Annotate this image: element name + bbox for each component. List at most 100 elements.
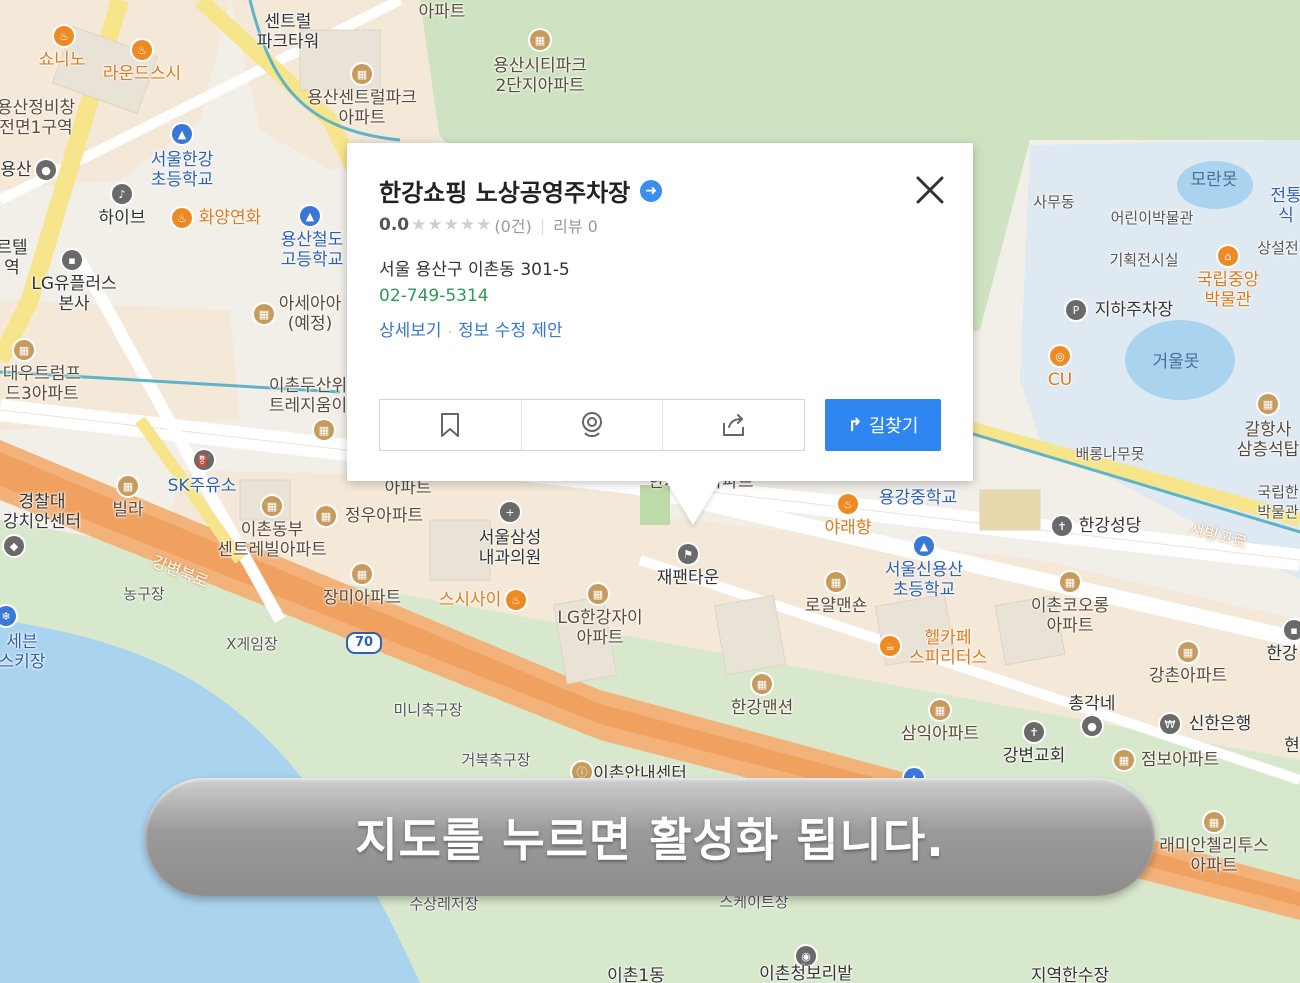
map-label[interactable]: 이촌코오롱 아파트 [1031, 596, 1109, 636]
map-label[interactable]: 모란못 [1191, 170, 1238, 190]
restaurant-pin-icon[interactable]: ♨ [506, 590, 526, 610]
map-label[interactable]: 미니축구장 [393, 700, 462, 720]
map-label[interactable]: 대우트럼프 드3아파트 [3, 364, 81, 404]
map-label[interactable]: 상설전 [1257, 238, 1298, 258]
place-phone[interactable]: 02-749-5314 [379, 286, 489, 306]
building-pin-icon[interactable]: ▪ [62, 250, 82, 270]
place-title[interactable]: 한강쇼핑 노상공영주차장 [379, 173, 630, 208]
map-label[interactable]: 이촌두산위 트레지움이 [269, 376, 347, 416]
map-label[interactable]: 야래향 [825, 518, 872, 538]
map-label[interactable]: 거북축구장 [461, 750, 530, 770]
map-label[interactable]: 센트럴 파크타워 [257, 12, 320, 52]
building-pin-icon[interactable]: ▪ [1284, 620, 1300, 640]
church-pin-icon[interactable]: ✝ [1052, 516, 1072, 536]
map-label[interactable]: 용산 [0, 160, 31, 180]
map-label[interactable]: 농구장 [123, 584, 164, 604]
parking-pin-icon[interactable]: P [1066, 300, 1086, 320]
map-label[interactable]: 총각네 [1069, 694, 1116, 714]
route-button[interactable]: ↱ 길찾기 [825, 399, 941, 451]
apartment-pin-icon[interactable]: ▦ [1114, 750, 1134, 770]
map-label[interactable]: 서울한강 초등학교 [151, 150, 214, 190]
shop-pin-icon[interactable]: ● [1082, 716, 1102, 736]
map-label[interactable]: 신한은행 [1189, 714, 1252, 734]
map-label[interactable]: 용산센트럴파크 아파트 [307, 88, 416, 128]
map-label[interactable]: 거울못 [1153, 352, 1200, 372]
map-label[interactable]: 로얄맨숀 [805, 596, 868, 616]
map-label[interactable]: 아파트 [419, 2, 466, 22]
map-label[interactable]: 지역한수장 [1031, 966, 1109, 983]
restaurant-pin-icon[interactable]: ♨ [54, 26, 74, 46]
map-label[interactable]: 래미안첼리투스 아파트 [1159, 836, 1268, 876]
apartment-pin-icon[interactable]: ▦ [262, 496, 282, 516]
share-button[interactable] [663, 400, 804, 450]
map-label[interactable]: 용강중학교 [879, 488, 957, 508]
map-label[interactable]: 재팬타운 [657, 568, 720, 588]
map-label[interactable]: X게임장 [226, 634, 278, 654]
map-label[interactable]: 삼익아파트 [901, 724, 979, 744]
museum-pin-icon[interactable]: ⌂ [1218, 246, 1238, 266]
map-label[interactable]: 점보아파트 [1141, 750, 1219, 770]
map-label[interactable]: LG유플러스 본사 [31, 274, 116, 314]
apartment-pin-icon[interactable]: ▦ [14, 340, 34, 360]
map-label[interactable]: 빌라 [112, 500, 143, 520]
map-label[interactable]: 사무동 [1033, 192, 1074, 212]
apartment-pin-icon[interactable]: ▦ [530, 30, 550, 50]
map-label[interactable]: 용산시티파크 2단지아파트 [493, 56, 587, 96]
bookmark-button[interactable] [380, 400, 522, 450]
apartment-pin-icon[interactable]: ▦ [1204, 812, 1224, 832]
map-label[interactable]: 세븐 스키장 [0, 632, 45, 672]
go-arrow-icon[interactable]: ➜ [640, 179, 663, 202]
map-label[interactable]: 용산정비창 전면1구역 [0, 98, 75, 138]
place-flag-icon[interactable]: ⚑ [678, 544, 698, 564]
map-label[interactable]: 수상레저장 [409, 894, 478, 914]
apartment-pin-icon[interactable]: ▦ [930, 700, 950, 720]
map-label[interactable]: 아파트 [385, 478, 432, 498]
apartment-pin-icon[interactable]: ▦ [826, 572, 846, 592]
camera-pin-icon[interactable]: ◉ [796, 946, 816, 966]
map-label[interactable]: 스시사이 [439, 590, 502, 610]
detail-link[interactable]: 상세보기 [379, 316, 442, 341]
apartment-pin-icon[interactable]: ▦ [1178, 642, 1198, 662]
map-label[interactable]: 서울신용산 초등학교 [885, 560, 963, 600]
music-pin-icon[interactable]: ♪ [112, 184, 132, 204]
map-label[interactable]: 이촌1동 [607, 966, 665, 983]
map-label[interactable]: 이촌청보리밭 [759, 964, 853, 983]
map-label[interactable]: 전통 식 [1270, 186, 1300, 226]
map-label[interactable]: 서울삼성 내과의원 [479, 528, 542, 568]
map-label[interactable]: 장미아파트 [323, 588, 401, 608]
school-pin-icon[interactable]: ▲ [172, 124, 192, 144]
map-label[interactable]: 강촌아파트 [1149, 666, 1227, 686]
map-label[interactable]: 하이브 [99, 208, 146, 228]
map-label[interactable]: SK주유소 [168, 476, 237, 496]
apartment-pin-icon[interactable]: ▦ [752, 674, 772, 694]
map-label[interactable]: 어린이박물관 [1111, 208, 1194, 228]
police-pin-icon[interactable]: ◆ [4, 536, 24, 556]
map-label[interactable]: 한강맨션 [731, 698, 794, 718]
map-label[interactable]: 이촌동부 센트레빌아파트 [217, 520, 326, 560]
cafe-pin-icon[interactable]: ☕ [880, 636, 900, 656]
map-label[interactable]: 국립중앙 박물관 [1197, 270, 1260, 310]
map-label[interactable]: 배롱나무못 [1075, 444, 1144, 464]
apartment-pin-icon[interactable]: ▦ [588, 584, 608, 604]
map-label[interactable]: 정우아파트 [345, 506, 423, 526]
gas-station-icon[interactable]: ⛽ [194, 450, 214, 470]
apartment-pin-icon[interactable]: ▦ [118, 476, 138, 496]
apartment-pin-icon[interactable]: ▦ [314, 420, 334, 440]
restaurant-pin-icon[interactable]: ♨ [132, 40, 152, 60]
school-pin-icon[interactable]: ▲ [914, 536, 934, 556]
review-count-link[interactable]: 리뷰 0 [553, 213, 598, 237]
hospital-pin-icon[interactable]: + [500, 502, 520, 522]
apartment-pin-icon[interactable]: ▦ [352, 564, 372, 584]
map-label[interactable]: 현 [1284, 736, 1300, 756]
map-label[interactable]: 한강성당 [1079, 516, 1142, 536]
edit-suggestion-link[interactable]: 정보 수정 제안 [458, 316, 563, 341]
roadview-button[interactable] [522, 400, 664, 450]
apartment-pin-icon[interactable]: ▦ [352, 64, 372, 84]
map-label[interactable]: 르텔 역 [0, 238, 28, 278]
map-label[interactable]: 라운드스시 [103, 64, 181, 84]
map-label[interactable]: 국립한 박물관 [1257, 482, 1298, 522]
map-label[interactable]: 한강 [1266, 644, 1297, 664]
map-label[interactable]: 지하주차장 [1095, 300, 1173, 320]
map-label[interactable]: 헬카페 스피리터스 [909, 628, 987, 668]
apartment-pin-icon[interactable]: ▦ [254, 304, 274, 324]
